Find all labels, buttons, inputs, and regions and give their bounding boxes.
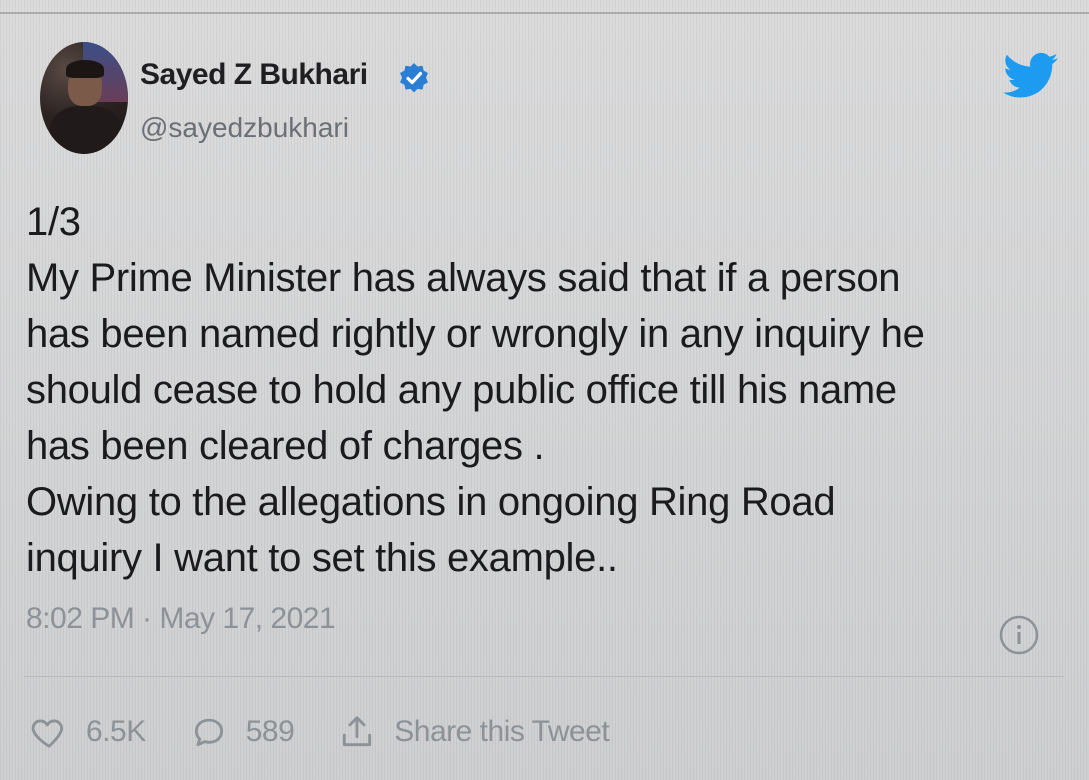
- reply-button[interactable]: 589: [190, 713, 295, 751]
- info-icon[interactable]: [998, 614, 1040, 656]
- heart-icon: [31, 719, 63, 748]
- tweet-text: 1/3 My Prime Minister has always said th…: [26, 200, 925, 580]
- tweet-timestamp[interactable]: 8:02 PM · May 17, 2021: [26, 602, 336, 636]
- author-name[interactable]: Sayed Z Bukhari: [140, 58, 368, 92]
- author-handle[interactable]: @sayedzbukhari: [140, 112, 349, 144]
- verified-badge-icon: [400, 63, 428, 93]
- tweet-actions: 6.5K 589 Share this Tweet: [30, 708, 653, 756]
- avatar-hair: [66, 60, 104, 78]
- share-button[interactable]: Share this Tweet: [338, 713, 610, 751]
- avatar-body: [50, 106, 122, 154]
- actions-divider: [24, 676, 1064, 677]
- like-button[interactable]: 6.5K: [30, 713, 146, 751]
- share-label: Share this Tweet: [394, 715, 610, 748]
- avatar[interactable]: [40, 42, 128, 154]
- reply-count: 589: [245, 715, 295, 748]
- share-icon: [343, 716, 372, 747]
- like-count: 6.5K: [86, 715, 146, 748]
- twitter-bird-icon[interactable]: [1003, 52, 1059, 100]
- tweet-card: Sayed Z Bukhari @sayedzbukhari 1/3 My Pr…: [0, 14, 1089, 780]
- reply-bubble-icon: [194, 718, 223, 747]
